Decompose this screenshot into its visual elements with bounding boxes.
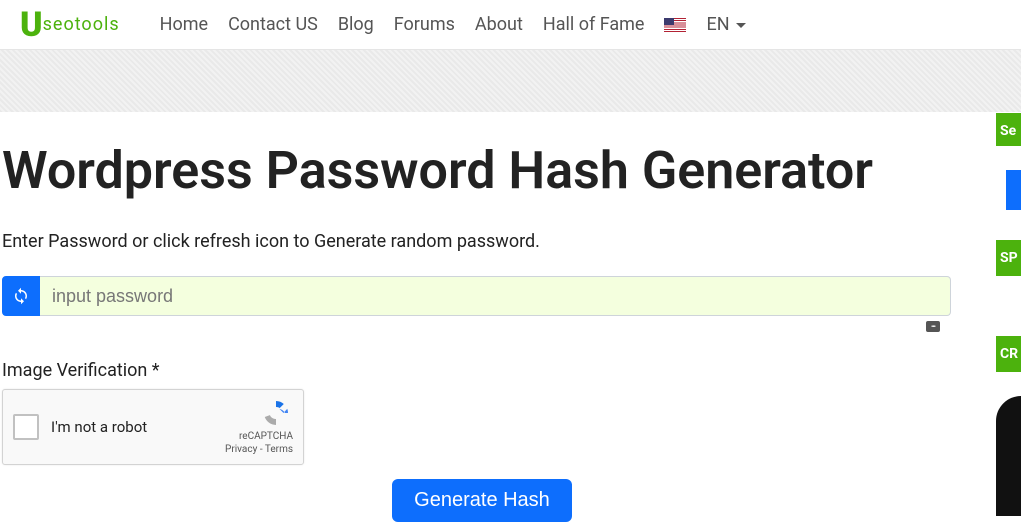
password-input[interactable] bbox=[40, 276, 951, 316]
generate-hash-button[interactable]: Generate Hash bbox=[392, 479, 572, 522]
nav-link-contact[interactable]: Contact US bbox=[228, 14, 318, 35]
password-input-group bbox=[2, 276, 951, 316]
main-content: Wordpress Password Hash Generator Enter … bbox=[0, 140, 1021, 522]
chevron-down-icon bbox=[736, 23, 746, 28]
recaptcha-branding: reCAPTCHA Privacy - Terms bbox=[225, 398, 293, 456]
nav-link-forums[interactable]: Forums bbox=[394, 14, 455, 35]
language-dropdown[interactable]: EN bbox=[706, 14, 745, 35]
recaptcha-checkbox[interactable] bbox=[13, 414, 39, 440]
side-widget-2[interactable]: SP bbox=[996, 240, 1021, 276]
side-widget-1b[interactable] bbox=[1006, 170, 1021, 210]
logo[interactable]: U seotools bbox=[20, 8, 120, 42]
navbar: U seotools Home Contact US Blog Forums A… bbox=[0, 0, 1021, 50]
refresh-icon bbox=[12, 287, 30, 305]
password-manager-icon[interactable]: ••• bbox=[926, 321, 940, 332]
side-widget-3[interactable]: CR bbox=[996, 336, 1021, 372]
recaptcha-brand: reCAPTCHA bbox=[225, 430, 293, 443]
side-widget-4[interactable] bbox=[996, 396, 1021, 516]
nav-link-about[interactable]: About bbox=[475, 14, 523, 35]
instruction-text: Enter Password or click refresh icon to … bbox=[2, 231, 1021, 252]
recaptcha-label: I'm not a robot bbox=[51, 418, 225, 436]
flag-icon bbox=[664, 18, 686, 32]
nav-items: Home Contact US Blog Forums About Hall o… bbox=[160, 14, 746, 35]
recaptcha-privacy-link[interactable]: Privacy bbox=[225, 444, 257, 455]
nav-link-home[interactable]: Home bbox=[160, 14, 208, 35]
language-label: EN bbox=[706, 14, 729, 35]
refresh-button[interactable] bbox=[2, 276, 40, 316]
recaptcha-icon bbox=[259, 398, 293, 428]
nav-link-hall-of-fame[interactable]: Hall of Fame bbox=[543, 14, 645, 35]
recaptcha-box[interactable]: I'm not a robot reCAPTCHA Privacy - Term… bbox=[2, 389, 304, 465]
nav-link-blog[interactable]: Blog bbox=[338, 14, 374, 35]
banner-strip bbox=[0, 50, 1021, 112]
logo-mark: U bbox=[20, 8, 41, 42]
sidebar-widgets: Se SP CR bbox=[996, 113, 1021, 516]
recaptcha-terms-link[interactable]: Terms bbox=[265, 444, 293, 455]
side-widget-1[interactable]: Se bbox=[996, 113, 1021, 146]
verification-label: Image Verification * bbox=[2, 360, 1021, 381]
page-title: Wordpress Password Hash Generator bbox=[2, 140, 1021, 201]
logo-text: seotools bbox=[43, 14, 120, 35]
